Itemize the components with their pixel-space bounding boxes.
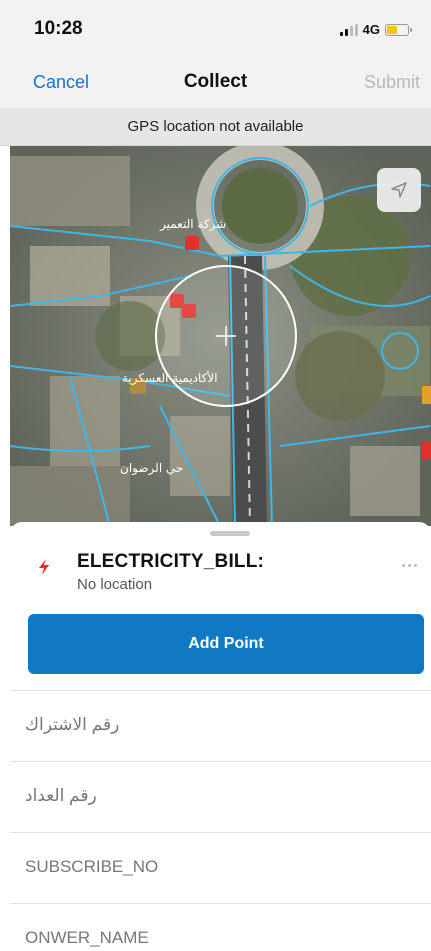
field-meter-number-ar[interactable]: رقم العداد — [10, 761, 431, 832]
feature-sheet: ELECTRICITY_BILL: No location Add Point … — [10, 522, 431, 951]
location-arrow-icon — [391, 182, 407, 198]
layer-name: ELECTRICITY_BILL: — [77, 551, 265, 572]
attribute-fields: رقم الاشتراك رقم العداد SUBSCRIBE_NO ONW… — [10, 690, 431, 951]
status-bar: 10:28 4G — [0, 0, 431, 58]
field-label: ONWER_NAME — [25, 928, 149, 947]
field-label: رقم العداد — [25, 786, 97, 805]
lightning-bolt-icon — [39, 559, 49, 575]
field-subscribe-no[interactable]: SUBSCRIBE_NO — [10, 832, 431, 903]
map-label: شركة التعمير — [159, 217, 226, 232]
field-label: SUBSCRIBE_NO — [25, 857, 159, 876]
navigation-bar: Cancel Collect Submit — [0, 58, 431, 108]
map-view[interactable]: الأكاديمية العسكرية حي الرضوان شركة التع… — [10, 146, 431, 526]
signal-strength-icon — [339, 23, 358, 36]
status-indicators: 4G — [339, 22, 412, 37]
submit-button[interactable]: Submit — [364, 72, 420, 93]
sheet-drag-handle[interactable] — [210, 531, 250, 536]
status-time: 10:28 — [34, 18, 83, 39]
field-owner-name[interactable]: ONWER_NAME — [10, 903, 431, 951]
field-label: رقم الاشتراك — [25, 715, 120, 734]
location-status: No location — [77, 576, 153, 593]
field-subscription-number-ar[interactable]: رقم الاشتراك — [10, 690, 431, 761]
network-type: 4G — [362, 22, 380, 37]
satellite-map-image: الأكاديمية العسكرية حي الرضوان شركة التع… — [10, 146, 431, 526]
gps-status-banner: GPS location not available — [0, 108, 431, 146]
locate-button[interactable] — [377, 168, 421, 212]
add-point-button[interactable]: Add Point — [28, 614, 424, 674]
battery-icon — [385, 23, 412, 36]
more-options-icon[interactable] — [402, 564, 417, 567]
map-label: حي الرضوان — [120, 461, 183, 476]
